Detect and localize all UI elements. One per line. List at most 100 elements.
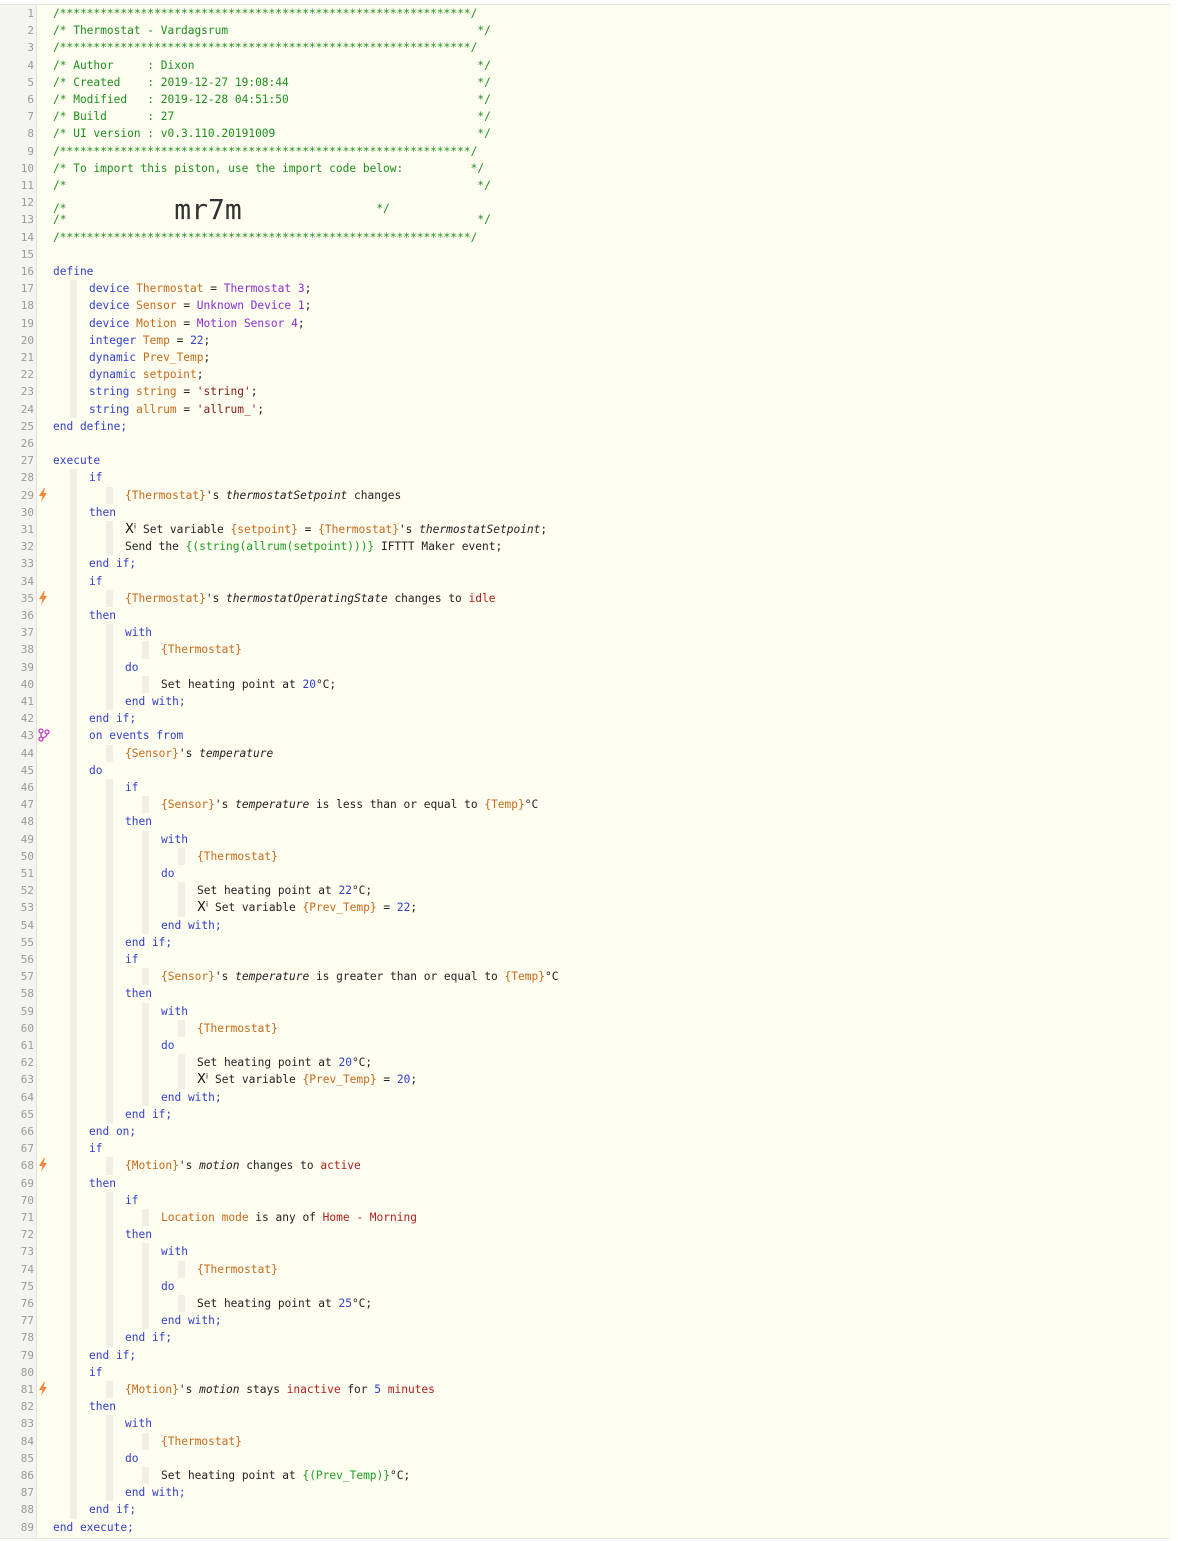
line-text: {Thermostat} xyxy=(197,1020,278,1037)
indent-guide xyxy=(70,796,77,814)
line-number: 72 xyxy=(20,1228,34,1242)
code-line: 75 do xyxy=(0,1277,1170,1295)
token: 'allrum_' xyxy=(196,402,258,416)
line-text: end with; xyxy=(125,1484,186,1501)
token: 'string' xyxy=(196,385,251,399)
indent-guide xyxy=(106,675,113,693)
code-line: 80 if xyxy=(0,1363,1170,1381)
token: {(Prev_Temp)} xyxy=(302,1469,391,1482)
line-text: device Motion = Motion Sensor 4; xyxy=(89,315,305,332)
code-line: 76 Set heating point at 25°C; xyxy=(0,1295,1170,1313)
token: Set variable xyxy=(136,523,231,536)
token: with xyxy=(161,1245,188,1259)
token: /***************************************… xyxy=(53,144,478,158)
indent-guide xyxy=(70,761,77,779)
indent-guide xyxy=(70,331,77,349)
code-line: 68 {Motion}'s motion changes to active xyxy=(0,1157,1170,1175)
token: Set variable xyxy=(208,901,303,915)
token: ; xyxy=(304,299,312,313)
indent-guide xyxy=(106,882,113,900)
line-text: end if; xyxy=(89,1501,136,1518)
line-text: end on; xyxy=(89,1123,136,1140)
line-number: 44 xyxy=(20,746,34,760)
token: then xyxy=(125,987,152,1001)
token: = xyxy=(203,282,224,296)
indent-guide xyxy=(142,1209,149,1227)
line-text: Set heating point at {(Prev_Temp)}°C; xyxy=(161,1467,410,1484)
line-number: 48 xyxy=(20,815,34,829)
code-line: 15 xyxy=(0,246,1170,263)
token: ; xyxy=(540,523,548,536)
code-line: 9 /**************************************… xyxy=(0,143,1170,160)
code-line: 66 end on; xyxy=(0,1123,1170,1141)
code-line: 85 do xyxy=(0,1449,1170,1467)
token: Thermostat 3 xyxy=(223,282,305,296)
token: changes to xyxy=(239,1159,321,1173)
line-number: 58 xyxy=(20,987,34,1001)
line-text: {Thermostat} xyxy=(161,1433,242,1450)
line-text: end define; xyxy=(53,418,127,435)
indent-guide xyxy=(70,1054,77,1072)
indent-guide xyxy=(70,1501,77,1519)
indent-guide xyxy=(106,521,113,539)
line-number: 61 xyxy=(20,1039,34,1052)
token: ; xyxy=(410,901,418,915)
line-number: 24 xyxy=(20,402,34,416)
indent-guide xyxy=(70,882,77,900)
line-text: if xyxy=(89,1140,102,1157)
line-text: /* Created : 2019-12-27 19:08:44 */ xyxy=(53,74,491,91)
code-line: 65 end if; xyxy=(0,1105,1170,1123)
line-number: 7 xyxy=(27,110,34,124)
token: /***************************************… xyxy=(53,230,478,244)
indent-guide xyxy=(70,933,77,951)
token: Location mode xyxy=(161,1211,249,1224)
line-number: 37 xyxy=(20,626,34,640)
token: 's xyxy=(205,591,227,605)
line-number: 11 xyxy=(20,179,34,192)
line-number: 56 xyxy=(20,953,34,966)
token: with xyxy=(161,832,188,846)
token: on events from xyxy=(89,729,184,743)
code-line: 22 dynamic setpoint; xyxy=(0,366,1170,384)
line-number: 74 xyxy=(20,1262,34,1276)
code-line: 38 {Thermostat} xyxy=(0,641,1170,659)
indent-guide xyxy=(70,1381,77,1399)
token: temperature xyxy=(235,970,310,984)
indent-guide xyxy=(70,589,77,607)
indent-guide xyxy=(106,985,113,1003)
indent-guide xyxy=(142,796,149,814)
indent-guide xyxy=(142,1037,149,1055)
code-line: 83 with xyxy=(0,1415,1170,1433)
token: {Temp} xyxy=(504,970,545,984)
line-text: dynamic setpoint; xyxy=(89,366,204,383)
line-number: 76 xyxy=(20,1297,34,1310)
code-line: 31 Xⁱ Set variable {setpoint} = {Thermost… xyxy=(0,521,1170,539)
code-line: 7 /* Build : 27 */ xyxy=(0,108,1170,125)
line-text: then xyxy=(89,1175,116,1192)
indent-guide xyxy=(178,882,185,900)
indent-guide xyxy=(106,1312,113,1330)
line-number: 75 xyxy=(20,1279,34,1293)
line-number: 77 xyxy=(20,1314,34,1328)
indent-guide xyxy=(70,1346,77,1364)
token: for xyxy=(340,1383,375,1396)
token: /* Author : Dixon */ xyxy=(53,58,491,72)
indent-guide xyxy=(106,1432,113,1450)
indent-guide xyxy=(70,727,77,745)
line-text: /***************************************… xyxy=(53,5,477,22)
token: inactive xyxy=(286,1383,341,1396)
indent-guide xyxy=(70,641,77,659)
token: Sensor xyxy=(136,299,177,313)
token: 22 xyxy=(338,884,352,898)
token: idle xyxy=(468,591,496,605)
line-text: {Sensor}'s temperature is greater than o… xyxy=(161,968,558,985)
line-text: string string = 'string'; xyxy=(89,383,257,400)
indent-guide xyxy=(106,1449,113,1467)
line-number: 22 xyxy=(20,368,34,382)
indent-guide xyxy=(142,1432,149,1450)
code-line: 35 {Thermostat}'s thermostatOperatingStat… xyxy=(0,589,1170,607)
indent-guide xyxy=(106,1226,113,1244)
event-branch-icon xyxy=(38,728,50,743)
token: if xyxy=(89,1142,103,1156)
line-number: 52 xyxy=(20,884,34,898)
